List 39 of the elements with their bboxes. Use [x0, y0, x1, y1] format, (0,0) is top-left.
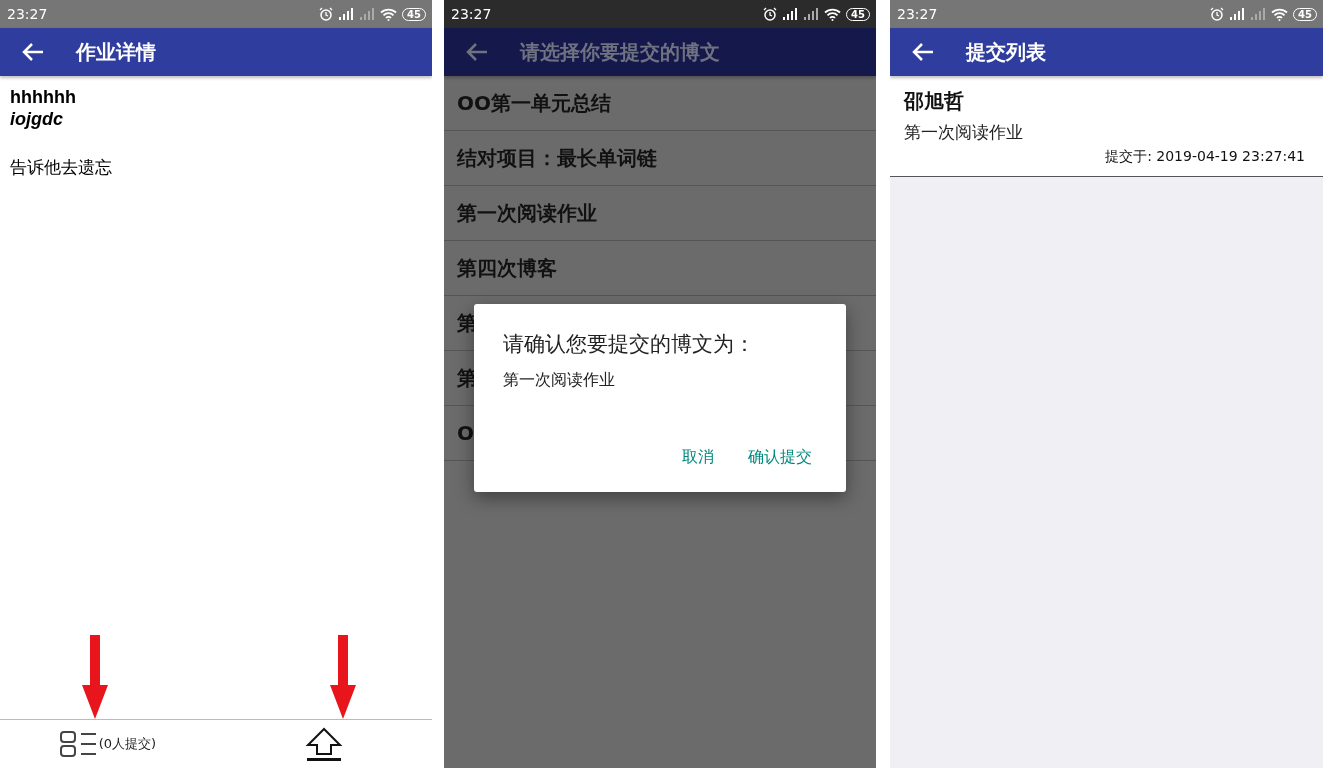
dialog-title: 请确认您要提交的博文为：	[503, 331, 756, 358]
blog-post-item[interactable]: 第一次阅读作业	[444, 186, 876, 241]
submission-time: 提交于: 2019-04-19 23:27:41	[1105, 148, 1305, 166]
wifi-icon	[1271, 7, 1289, 21]
alarm-icon	[319, 7, 334, 21]
down-arrow-icon	[330, 635, 356, 719]
assignment-title: hhhhhh	[10, 86, 77, 108]
confirm-button[interactable]: 确认提交	[742, 443, 818, 472]
blog-post-item[interactable]: 第四次博客	[444, 241, 876, 296]
weak-signal-icon	[359, 8, 376, 20]
post-title: 第一次阅读作业	[904, 121, 1024, 144]
clock-time: 23:27	[897, 6, 938, 22]
signal-icon	[782, 8, 799, 20]
wifi-icon	[824, 7, 842, 21]
student-name: 邵旭哲	[904, 88, 965, 115]
cancel-button[interactable]: 取消	[676, 443, 720, 472]
signal-icon	[1229, 8, 1246, 20]
clock-time: 23:27	[7, 6, 48, 22]
signal-icon	[338, 8, 355, 20]
upload-icon	[305, 727, 343, 761]
dialog-message: 第一次阅读作业	[503, 370, 616, 391]
submission-card[interactable]: 邵旭哲 第一次阅读作业 提交于: 2019-04-19 23:27:41	[890, 76, 1323, 177]
alarm-icon	[1210, 7, 1225, 21]
submissions-button[interactable]: (0人提交)	[59, 731, 157, 757]
wifi-icon	[380, 7, 398, 21]
screen-title: 提交列表	[966, 38, 1046, 66]
down-arrow-icon	[82, 635, 108, 719]
alarm-icon	[763, 7, 778, 21]
weak-signal-icon	[803, 8, 820, 20]
screen-title: 作业详情	[76, 38, 156, 66]
blog-post-item[interactable]: OO第一单元总结	[444, 76, 876, 131]
weak-signal-icon	[1250, 8, 1267, 20]
blog-post-item[interactable]: 结对项目：最长单词链	[444, 131, 876, 186]
assignment-subtitle: iojgdc	[10, 108, 64, 130]
assignment-description: 告诉他去遗忘	[10, 156, 113, 179]
screen-title: 请选择你要提交的博文	[520, 38, 720, 66]
clock-time: 23:27	[451, 6, 492, 22]
list-icon	[59, 731, 98, 757]
upload-button[interactable]	[305, 727, 343, 761]
